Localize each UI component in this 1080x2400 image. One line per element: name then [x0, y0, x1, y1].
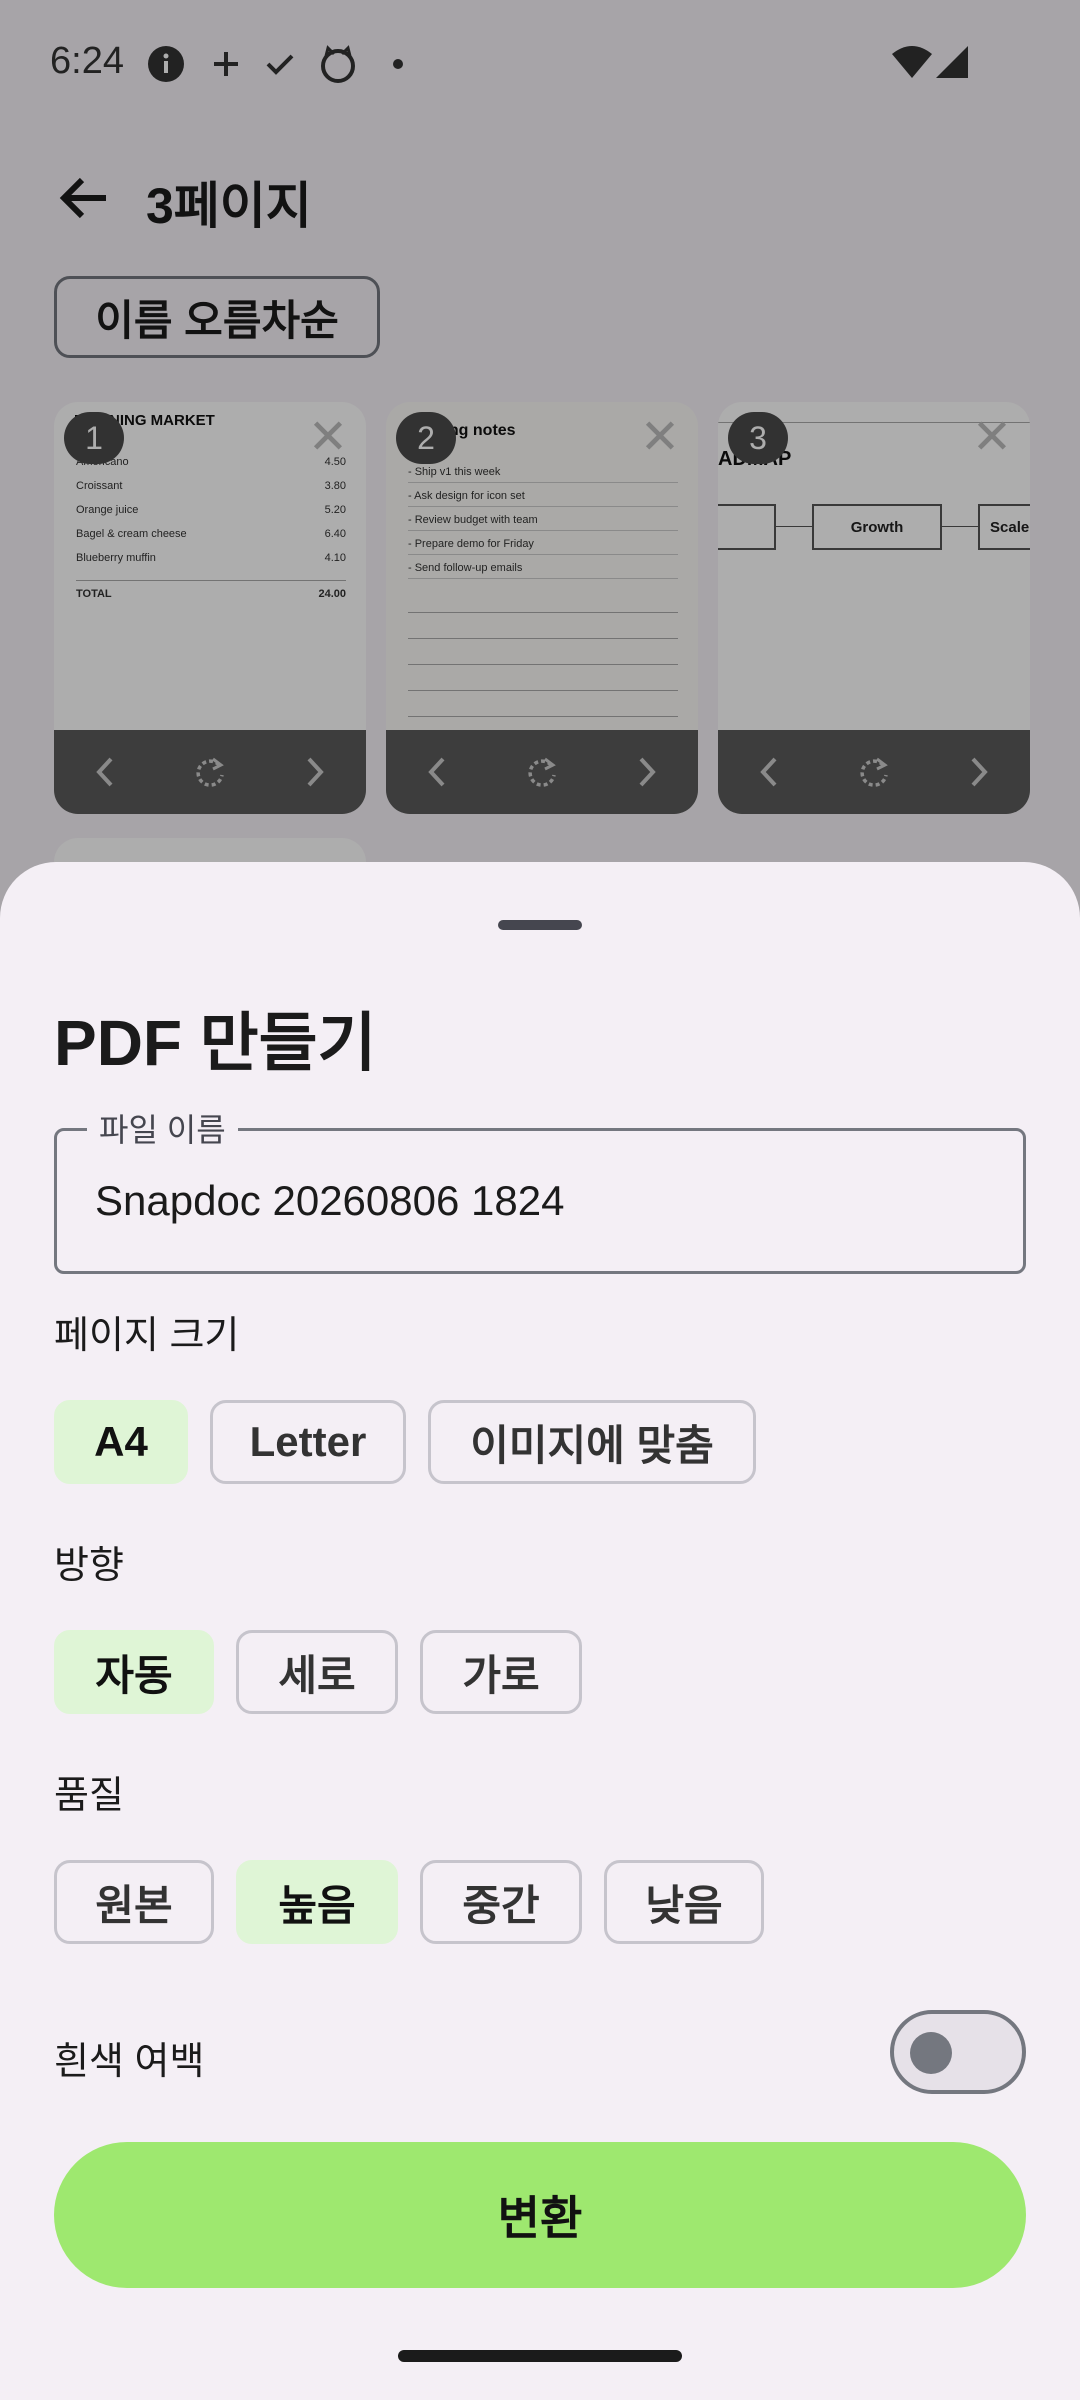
file-name-field[interactable]: 파일 이름	[54, 1105, 1026, 1274]
quality-chip-high[interactable]: 높음	[236, 1860, 398, 1944]
gesture-nav-bar[interactable]	[398, 2350, 682, 2362]
page-size-chip-fit-image[interactable]: 이미지에 맞춤	[428, 1400, 756, 1484]
file-name-input[interactable]	[95, 1177, 975, 1225]
convert-button[interactable]: 변환	[54, 2142, 1026, 2288]
switch-thumb	[910, 2032, 952, 2074]
white-margin-switch[interactable]	[890, 2010, 1026, 2094]
page-size-label: 페이지 크기	[54, 1315, 240, 1357]
quality-chip-low[interactable]: 낮음	[604, 1860, 764, 1944]
orientation-chip-landscape[interactable]: 가로	[420, 1630, 582, 1714]
quality-label: 품질	[54, 1775, 124, 1817]
orientation-label: 방향	[54, 1545, 124, 1587]
create-pdf-sheet: PDF 만들기 파일 이름 페이지 크기 A4 Letter 이미지에 맞춤 방…	[0, 862, 1080, 2400]
orientation-chip-portrait[interactable]: 세로	[236, 1630, 398, 1714]
file-name-label: 파일 이름	[87, 1105, 238, 1151]
sheet-title: PDF 만들기	[54, 1007, 377, 1079]
white-margin-label: 흰색 여백	[54, 2041, 205, 2083]
orientation-chip-auto[interactable]: 자동	[54, 1630, 214, 1714]
drag-handle[interactable]	[498, 920, 582, 930]
page-size-chip-letter[interactable]: Letter	[210, 1400, 406, 1484]
quality-chip-medium[interactable]: 중간	[420, 1860, 582, 1944]
quality-chip-original[interactable]: 원본	[54, 1860, 214, 1944]
page-size-chip-a4[interactable]: A4	[54, 1400, 188, 1484]
